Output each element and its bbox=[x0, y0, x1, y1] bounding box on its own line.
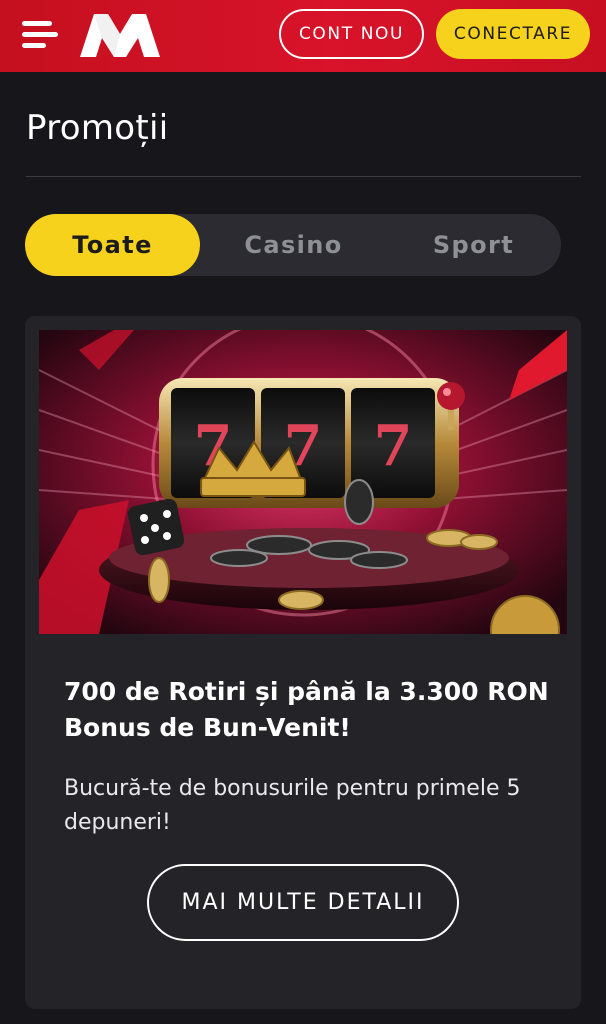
more-details-button[interactable]: MAI MULTE DETALII bbox=[147, 864, 459, 941]
promo-description: Bucură-te de bonusurile pentru primele 5… bbox=[64, 776, 521, 835]
page-title: Promoții bbox=[26, 108, 169, 148]
register-button[interactable]: CONT NOU bbox=[279, 9, 424, 59]
reel-symbol-3: 7 bbox=[374, 413, 413, 479]
login-button[interactable]: CONECTARE bbox=[436, 9, 590, 59]
promo-title: 700 de Rotiri și până la 3.300 RON Bonus… bbox=[64, 677, 549, 742]
promo-card: 7 7 7 700 de Rotiri și până la 3.300 RON… bbox=[25, 316, 581, 1009]
brand-logo-icon[interactable] bbox=[80, 12, 160, 58]
menu-line bbox=[22, 32, 58, 37]
top-header: CONT NOU CONECTARE bbox=[0, 0, 606, 72]
hamburger-menu-icon[interactable] bbox=[20, 17, 60, 53]
menu-line bbox=[22, 43, 46, 48]
menu-line bbox=[22, 21, 52, 26]
title-divider bbox=[26, 176, 581, 177]
slot-machine-promo-image[interactable]: 7 7 7 bbox=[39, 330, 567, 634]
tab-casino[interactable]: Casino bbox=[206, 214, 381, 276]
tab-sport[interactable]: Sport bbox=[386, 214, 561, 276]
promo-category-tabs: Toate Casino Sport bbox=[25, 214, 561, 276]
tab-all[interactable]: Toate bbox=[25, 214, 200, 276]
